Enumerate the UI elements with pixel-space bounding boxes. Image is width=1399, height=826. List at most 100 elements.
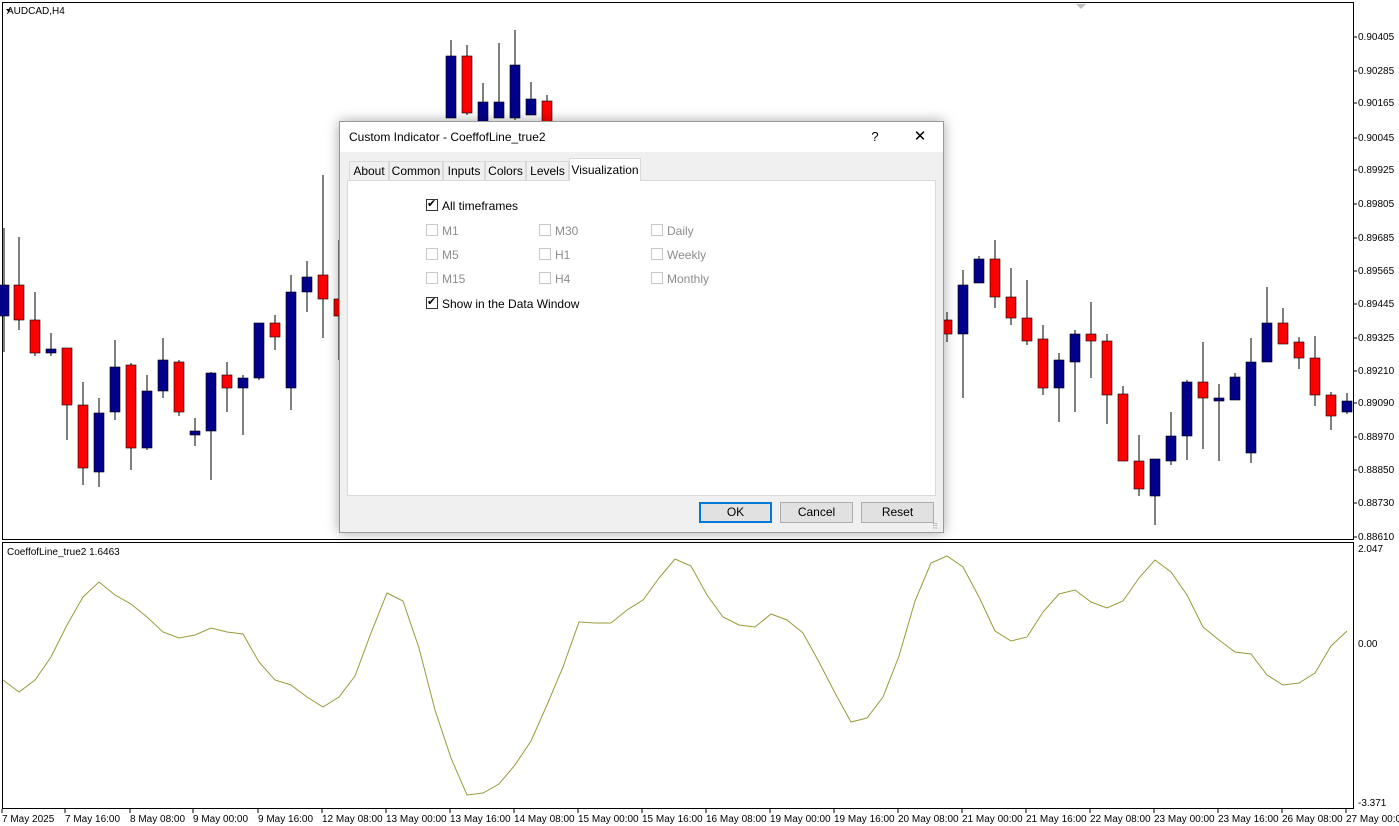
time-tick-label: 19 May 00:00 [770,814,831,825]
h1-label: H1 [555,248,571,262]
m1-checkbox[interactable] [426,224,438,236]
bull-candle [1341,400,1353,413]
tab-inputs[interactable]: Inputs [443,161,485,180]
price-tick-label: 0.90285 [1358,66,1395,77]
bull-candle [1245,361,1257,454]
reset-button[interactable]: Reset [861,502,934,523]
time-tick-label: 12 May 08:00 [322,814,383,825]
bull-candle [1213,397,1225,402]
bull-candle [205,372,217,432]
bull-candle [1053,359,1065,389]
bull-candle [509,64,521,119]
show-data-window-label: Show in the Data Window [442,297,580,311]
time-tick-label: 7 May 2025 [2,814,55,825]
resize-grip-icon[interactable]: ⠿ [932,522,938,531]
price-tick-label: 0.89925 [1358,165,1395,176]
bear-candle [1293,341,1305,359]
h4-label: H4 [555,272,571,286]
tab-colors[interactable]: Colors [485,161,526,180]
bear-candle [1037,338,1049,389]
bear-candle [1117,393,1129,462]
m5-checkbox[interactable] [426,248,438,260]
m30-checkbox[interactable] [539,224,551,236]
ok-button[interactable]: OK [699,502,772,523]
bull-candle [93,412,105,473]
bear-candle [989,258,1001,298]
tab-about[interactable]: About [349,161,389,180]
monthly-checkbox[interactable] [651,272,663,284]
time-tick-label: 20 May 08:00 [898,814,959,825]
price-tick-label: 0.89210 [1358,366,1395,377]
time-tick-label: 14 May 08:00 [514,814,575,825]
time-tick-label: 26 May 08:00 [1282,814,1343,825]
bear-candle [29,319,41,354]
weekly-label: Weekly [667,248,707,262]
price-tick-label: 0.89445 [1358,299,1395,310]
time-tick-label: 22 May 08:00 [1090,814,1151,825]
bull-candle [237,377,249,389]
indicator-tick-label: -3.371 [1358,798,1387,809]
bull-candle [45,348,57,354]
time-tick-label: 13 May 16:00 [450,814,511,825]
daily-checkbox[interactable] [651,224,663,236]
bear-candle [221,374,233,389]
tab-common[interactable]: Common [389,161,443,180]
bear-candle [173,361,185,413]
all-timeframes-label: All timeframes [442,199,519,213]
indicator-tick-label: 0.00 [1358,639,1378,650]
custom-indicator-dialog: Custom Indicator - CoeffofLine_true2 ? ✕… [339,121,944,533]
dialog-titlebar[interactable]: Custom Indicator - CoeffofLine_true2 ? ✕ [340,122,943,152]
bear-candle [61,347,73,406]
h4-checkbox[interactable] [539,272,551,284]
checkmark-icon: ✔ [427,198,437,210]
show-data-window-checkbox[interactable]: ✔ [426,296,438,309]
bear-candle [1277,322,1289,345]
price-tick-label: 0.90165 [1358,98,1395,109]
price-tick-label: 0.89685 [1358,233,1395,244]
symbol-timeframe-label[interactable]: AUDCAD,H4 [7,6,65,17]
bull-candle [525,98,537,116]
time-axis: 7 May 2025 7 May 16:00 8 May 08:00 9 May 00… [1,809,1399,825]
bear-candle [461,55,473,114]
bear-candle [269,322,281,338]
weekly-checkbox[interactable] [651,248,663,260]
cancel-button[interactable]: Cancel [780,502,853,523]
m1-label: M1 [442,224,459,238]
tab-levels[interactable]: Levels [526,161,569,180]
time-tick-label: 13 May 00:00 [386,814,447,825]
m5-label: M5 [442,248,459,262]
tab-visualization[interactable]: Visualization [569,158,641,181]
bull-candle [0,284,10,317]
h1-checkbox[interactable] [539,248,551,260]
bull-candle [1229,376,1241,401]
price-tick-label: 0.90045 [1358,133,1395,144]
indicator-label: CoeffofLine_true2 1.6463 [7,547,120,558]
bear-candle [541,100,553,123]
m15-checkbox[interactable] [426,272,438,284]
price-tick-label: 0.88850 [1358,465,1395,476]
bull-candle [1165,435,1177,462]
price-tick-label: 0.88970 [1358,432,1395,443]
bear-candle [77,404,89,469]
indicator-axis: 2.047 0.00 -3.371 [1358,544,1387,809]
help-icon[interactable]: ? [863,126,887,148]
bull-candle [477,101,489,123]
bear-candle [1133,460,1145,490]
time-tick-label: 8 May 08:00 [130,814,185,825]
price-tick-label: 0.89090 [1358,398,1395,409]
bear-candle [125,364,137,449]
time-tick-label: 15 May 16:00 [642,814,703,825]
all-timeframes-checkbox[interactable]: ✔ [426,198,438,211]
close-icon[interactable]: ✕ [907,126,933,148]
bull-candle [1149,458,1161,497]
time-tick-label: 23 May 00:00 [1154,814,1215,825]
price-tick-label: 0.88730 [1358,498,1395,509]
time-tick-label: 15 May 00:00 [578,814,639,825]
bear-candle [1021,317,1033,342]
bear-candle [1197,381,1209,399]
price-tick-label: 0.89805 [1358,199,1395,210]
time-tick-label: 27 May 00:00 [1346,814,1399,825]
bear-candle [1325,394,1337,417]
bull-candle [189,430,201,436]
time-tick-label: 9 May 00:00 [193,814,248,825]
